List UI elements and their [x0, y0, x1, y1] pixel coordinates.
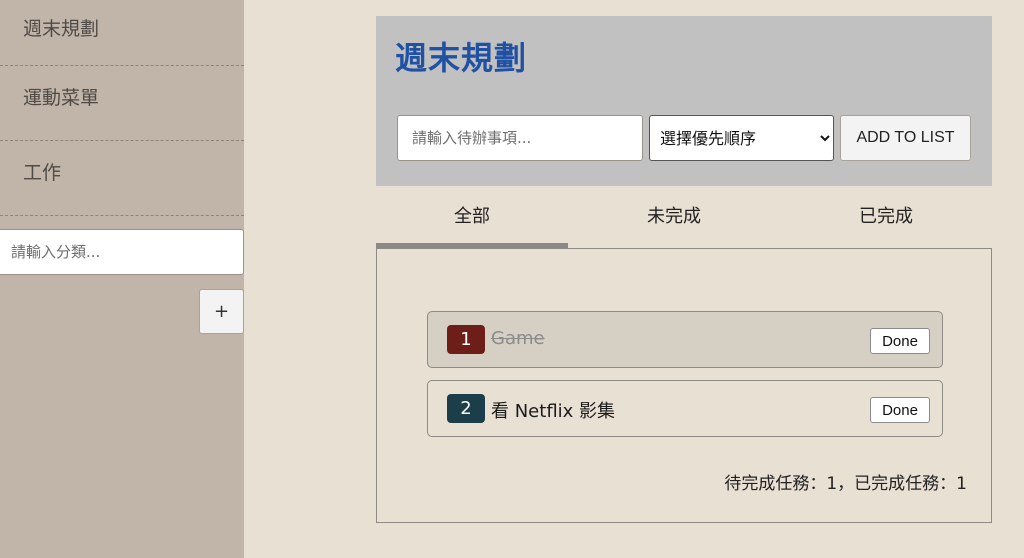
sidebar: 週末規劃 運動菜單 工作 + — [0, 0, 244, 558]
priority-select[interactable]: 選擇優先順序 — [649, 115, 834, 161]
tab-label: 未完成 — [647, 206, 701, 227]
todo-app: 週末規劃 運動菜單 工作 + 週末規劃 選擇優先順序 ADD TO LIST 全… — [0, 0, 1024, 558]
todo-item: 1 Game Done — [427, 311, 943, 368]
sidebar-item-label: 運動菜單 — [23, 87, 100, 109]
tab-label: 已完成 — [859, 206, 913, 227]
sidebar-item-workout-menu[interactable]: 運動菜單 — [0, 67, 244, 141]
category-input[interactable] — [0, 229, 244, 275]
sidebar-item-weekend-plan[interactable]: 週末規劃 — [0, 0, 244, 66]
tab-completed[interactable]: 已完成 — [790, 190, 982, 248]
todo-input[interactable] — [397, 115, 643, 161]
sidebar-item-label: 工作 — [23, 162, 62, 184]
tab-incomplete[interactable]: 未完成 — [580, 190, 768, 248]
task-summary: 待完成任務：1，已完成任務：1 — [724, 474, 967, 494]
header-panel: 週末規劃 選擇優先順序 ADD TO LIST — [376, 16, 992, 186]
todo-item: 2 看 Netflix 影集 Done — [427, 380, 943, 437]
add-category-button[interactable]: + — [199, 289, 244, 334]
todo-text: 看 Netflix 影集 — [491, 401, 616, 422]
tab-all[interactable]: 全部 — [376, 190, 568, 248]
done-button[interactable]: Done — [870, 328, 930, 354]
done-button[interactable]: Done — [870, 397, 930, 423]
todo-text: Game — [491, 328, 545, 349]
sidebar-item-label: 週末規劃 — [23, 18, 100, 40]
page-title: 週末規劃 — [395, 39, 528, 77]
tab-label: 全部 — [454, 206, 490, 227]
todo-number-badge: 2 — [447, 394, 485, 423]
todo-list-panel: 1 Game Done 2 看 Netflix 影集 Done 待完成任務：1，… — [376, 248, 992, 523]
todo-number-badge: 1 — [447, 325, 485, 354]
add-to-list-button[interactable]: ADD TO LIST — [840, 115, 971, 161]
sidebar-item-work[interactable]: 工作 — [0, 142, 244, 216]
